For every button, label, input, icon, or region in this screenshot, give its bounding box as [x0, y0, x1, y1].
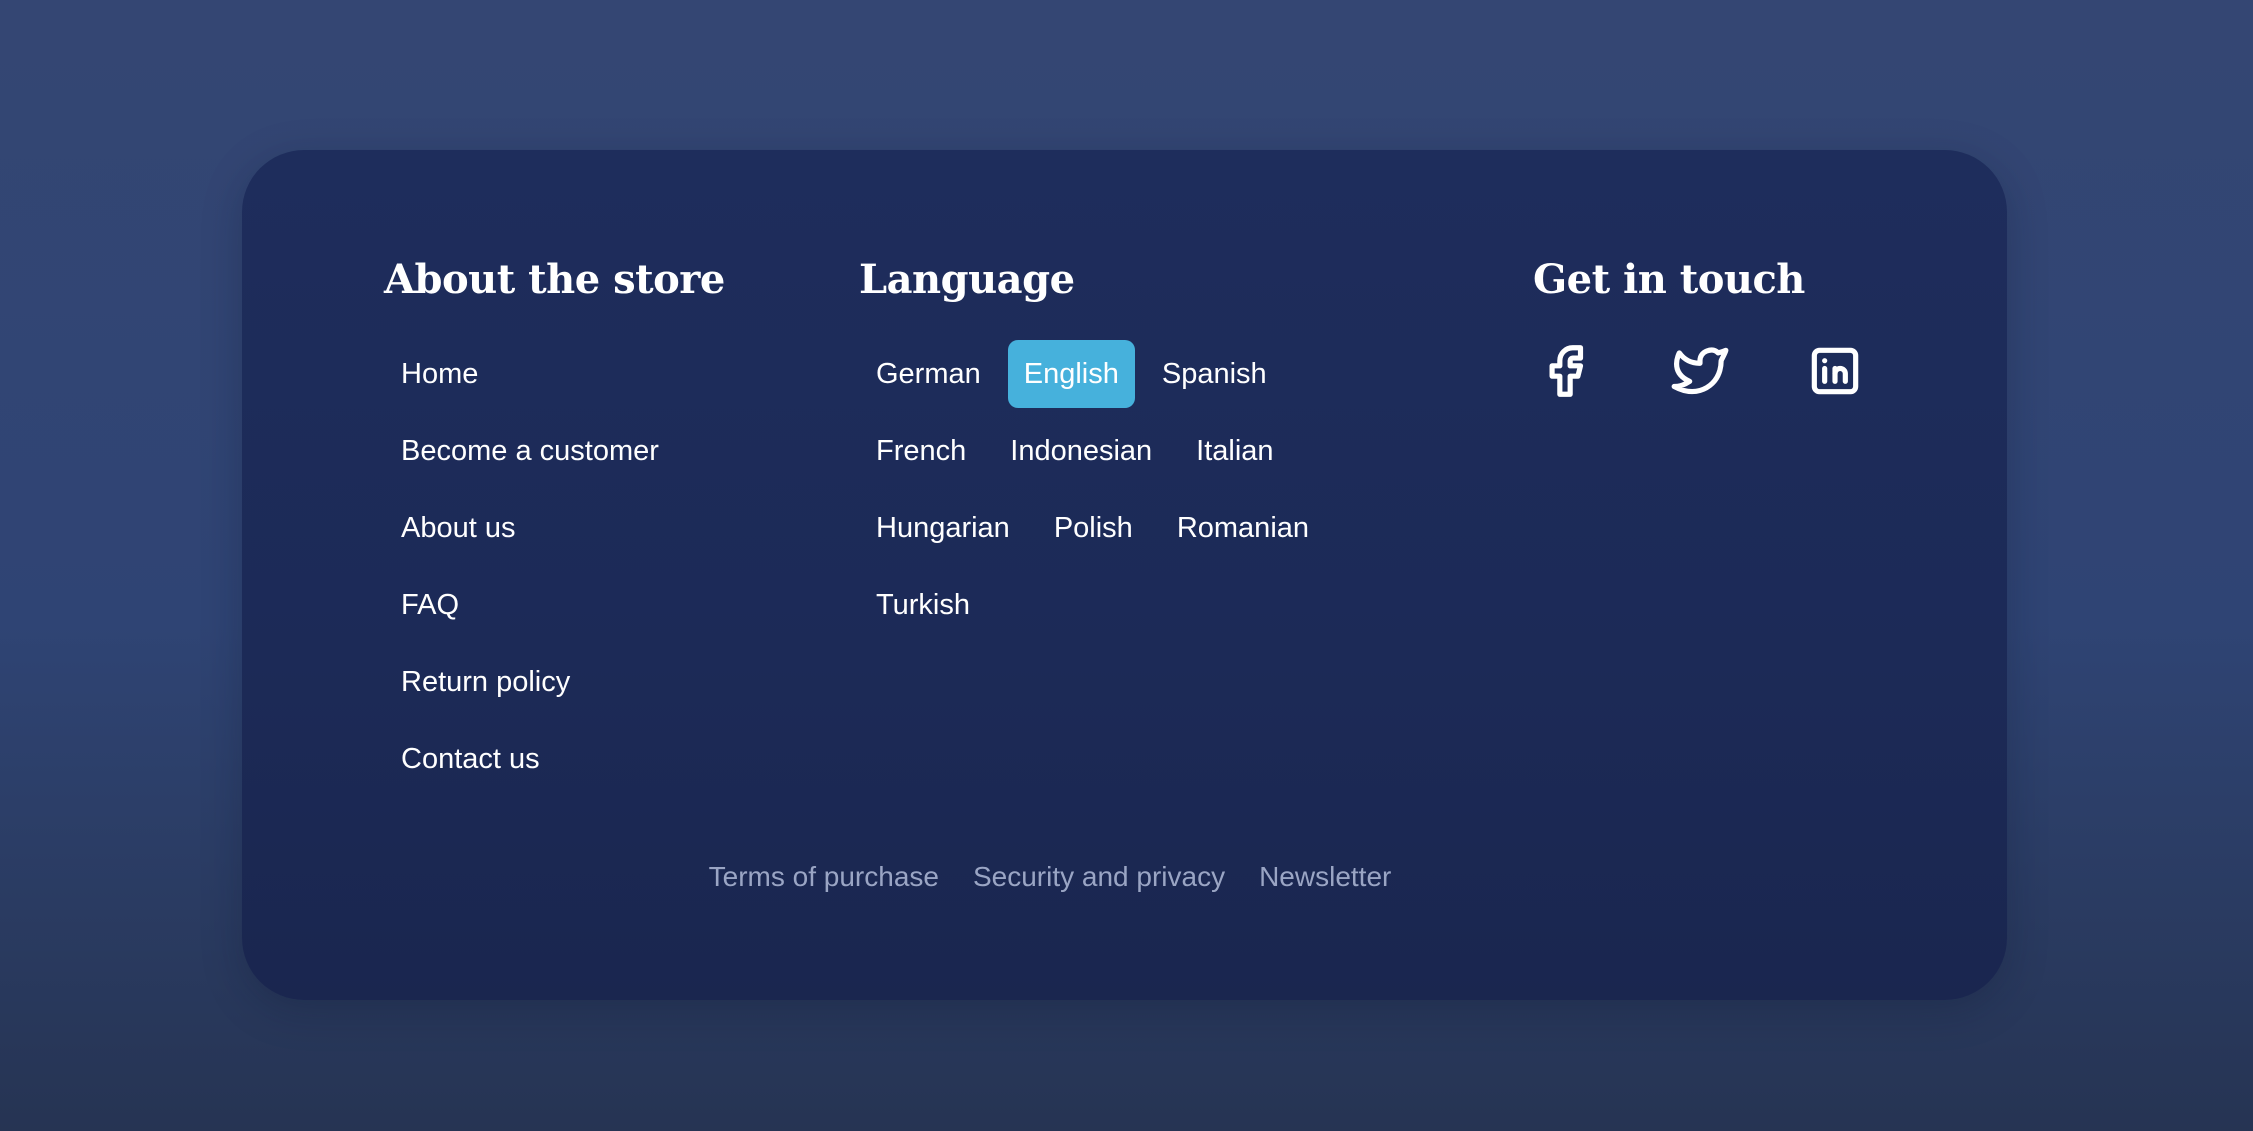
legal-links-group: Terms of purchase Security and privacy N… — [692, 856, 1409, 898]
twitter-icon[interactable] — [1665, 336, 1735, 406]
facebook-icon[interactable] — [1530, 336, 1600, 406]
home-link[interactable]: Home — [384, 340, 495, 408]
language-option-french[interactable]: French — [859, 417, 983, 485]
about-us-link[interactable]: About us — [384, 494, 532, 562]
language-options: German English Spanish French Indonesian… — [859, 340, 1336, 648]
security-privacy-link[interactable]: Security and privacy — [956, 856, 1242, 898]
about-heading: About the store — [384, 256, 725, 303]
about-list-item: Contact us — [384, 725, 676, 802]
about-list-item: About us — [384, 494, 676, 571]
language-row: Turkish — [859, 571, 1336, 648]
linkedin-icon-graphic — [1811, 347, 1859, 395]
about-list-item: FAQ — [384, 571, 676, 648]
get-in-touch-heading: Get in touch — [1533, 256, 1805, 303]
language-option-polish[interactable]: Polish — [1037, 494, 1150, 562]
language-row: Hungarian Polish Romanian — [859, 494, 1336, 571]
language-option-indonesian[interactable]: Indonesian — [993, 417, 1169, 485]
language-option-turkish[interactable]: Turkish — [859, 571, 987, 639]
language-heading: Language — [859, 256, 1075, 303]
about-links-list: Home Become a customer About us FAQ Retu… — [384, 340, 676, 802]
faq-link[interactable]: FAQ — [384, 571, 476, 639]
language-row: French Indonesian Italian — [859, 417, 1336, 494]
newsletter-link[interactable]: Newsletter — [1242, 856, 1408, 898]
social-links — [1530, 336, 1935, 406]
contact-us-link[interactable]: Contact us — [384, 725, 557, 793]
about-list-item: Home — [384, 340, 676, 417]
language-option-hungarian[interactable]: Hungarian — [859, 494, 1027, 562]
about-list-item: Return policy — [384, 648, 676, 725]
language-option-spanish[interactable]: Spanish — [1145, 340, 1284, 408]
legal-links: Terms of purchase Security and privacy N… — [0, 856, 2253, 898]
linkedin-icon[interactable] — [1800, 336, 1870, 406]
language-option-english[interactable]: English — [1007, 340, 1135, 408]
return-policy-link[interactable]: Return policy — [384, 648, 587, 716]
facebook-icon-graphic — [1549, 345, 1584, 397]
language-row: German English Spanish — [859, 340, 1336, 417]
terms-of-purchase-link[interactable]: Terms of purchase — [692, 856, 956, 898]
become-customer-link[interactable]: Become a customer — [384, 417, 676, 485]
about-list-item: Become a customer — [384, 417, 676, 494]
language-option-german[interactable]: German — [859, 340, 998, 408]
language-option-romanian[interactable]: Romanian — [1160, 494, 1326, 562]
language-option-italian[interactable]: Italian — [1179, 417, 1290, 485]
twitter-icon-graphic — [1671, 347, 1729, 395]
